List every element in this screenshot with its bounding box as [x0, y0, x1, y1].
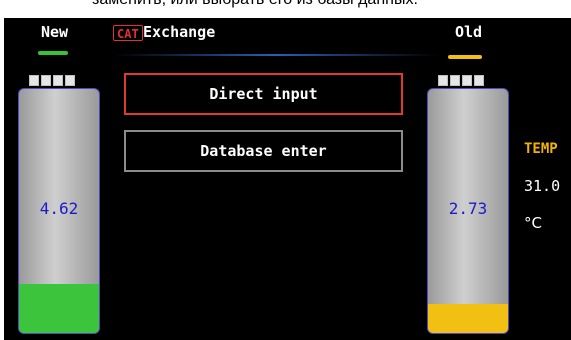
header-divider	[113, 54, 438, 56]
device-screen: New CAT Exchange Old 4.62 Direct input D…	[4, 18, 571, 340]
cat-badge: CAT	[113, 25, 143, 41]
temperature-unit: °C	[524, 214, 542, 232]
caption-text: заменить, или выбрать его из базы данных…	[92, 0, 418, 9]
old-label: Old	[455, 23, 483, 41]
new-battery-fill	[19, 284, 99, 333]
new-battery-value: 4.62	[39, 199, 79, 218]
temperature-label: TEMP	[524, 141, 558, 157]
old-battery-value: 2.73	[448, 199, 488, 218]
new-battery[interactable]: 4.62	[18, 88, 100, 334]
old-indicator-bar	[448, 55, 482, 59]
screenshot-caption: заменить, или выбрать его из базы данных…	[0, 0, 571, 18]
old-battery[interactable]: 2.73	[427, 88, 509, 334]
screen-title: Exchange	[143, 23, 216, 41]
old-battery-cap	[438, 75, 484, 86]
old-battery-fill	[428, 303, 508, 333]
temperature-value: 31.0	[524, 177, 561, 195]
new-indicator-bar	[38, 51, 68, 55]
database-enter-button[interactable]: Database enter	[124, 130, 403, 172]
new-label: New	[41, 23, 69, 41]
new-battery-cap	[29, 75, 75, 86]
direct-input-button[interactable]: Direct input	[124, 73, 403, 115]
